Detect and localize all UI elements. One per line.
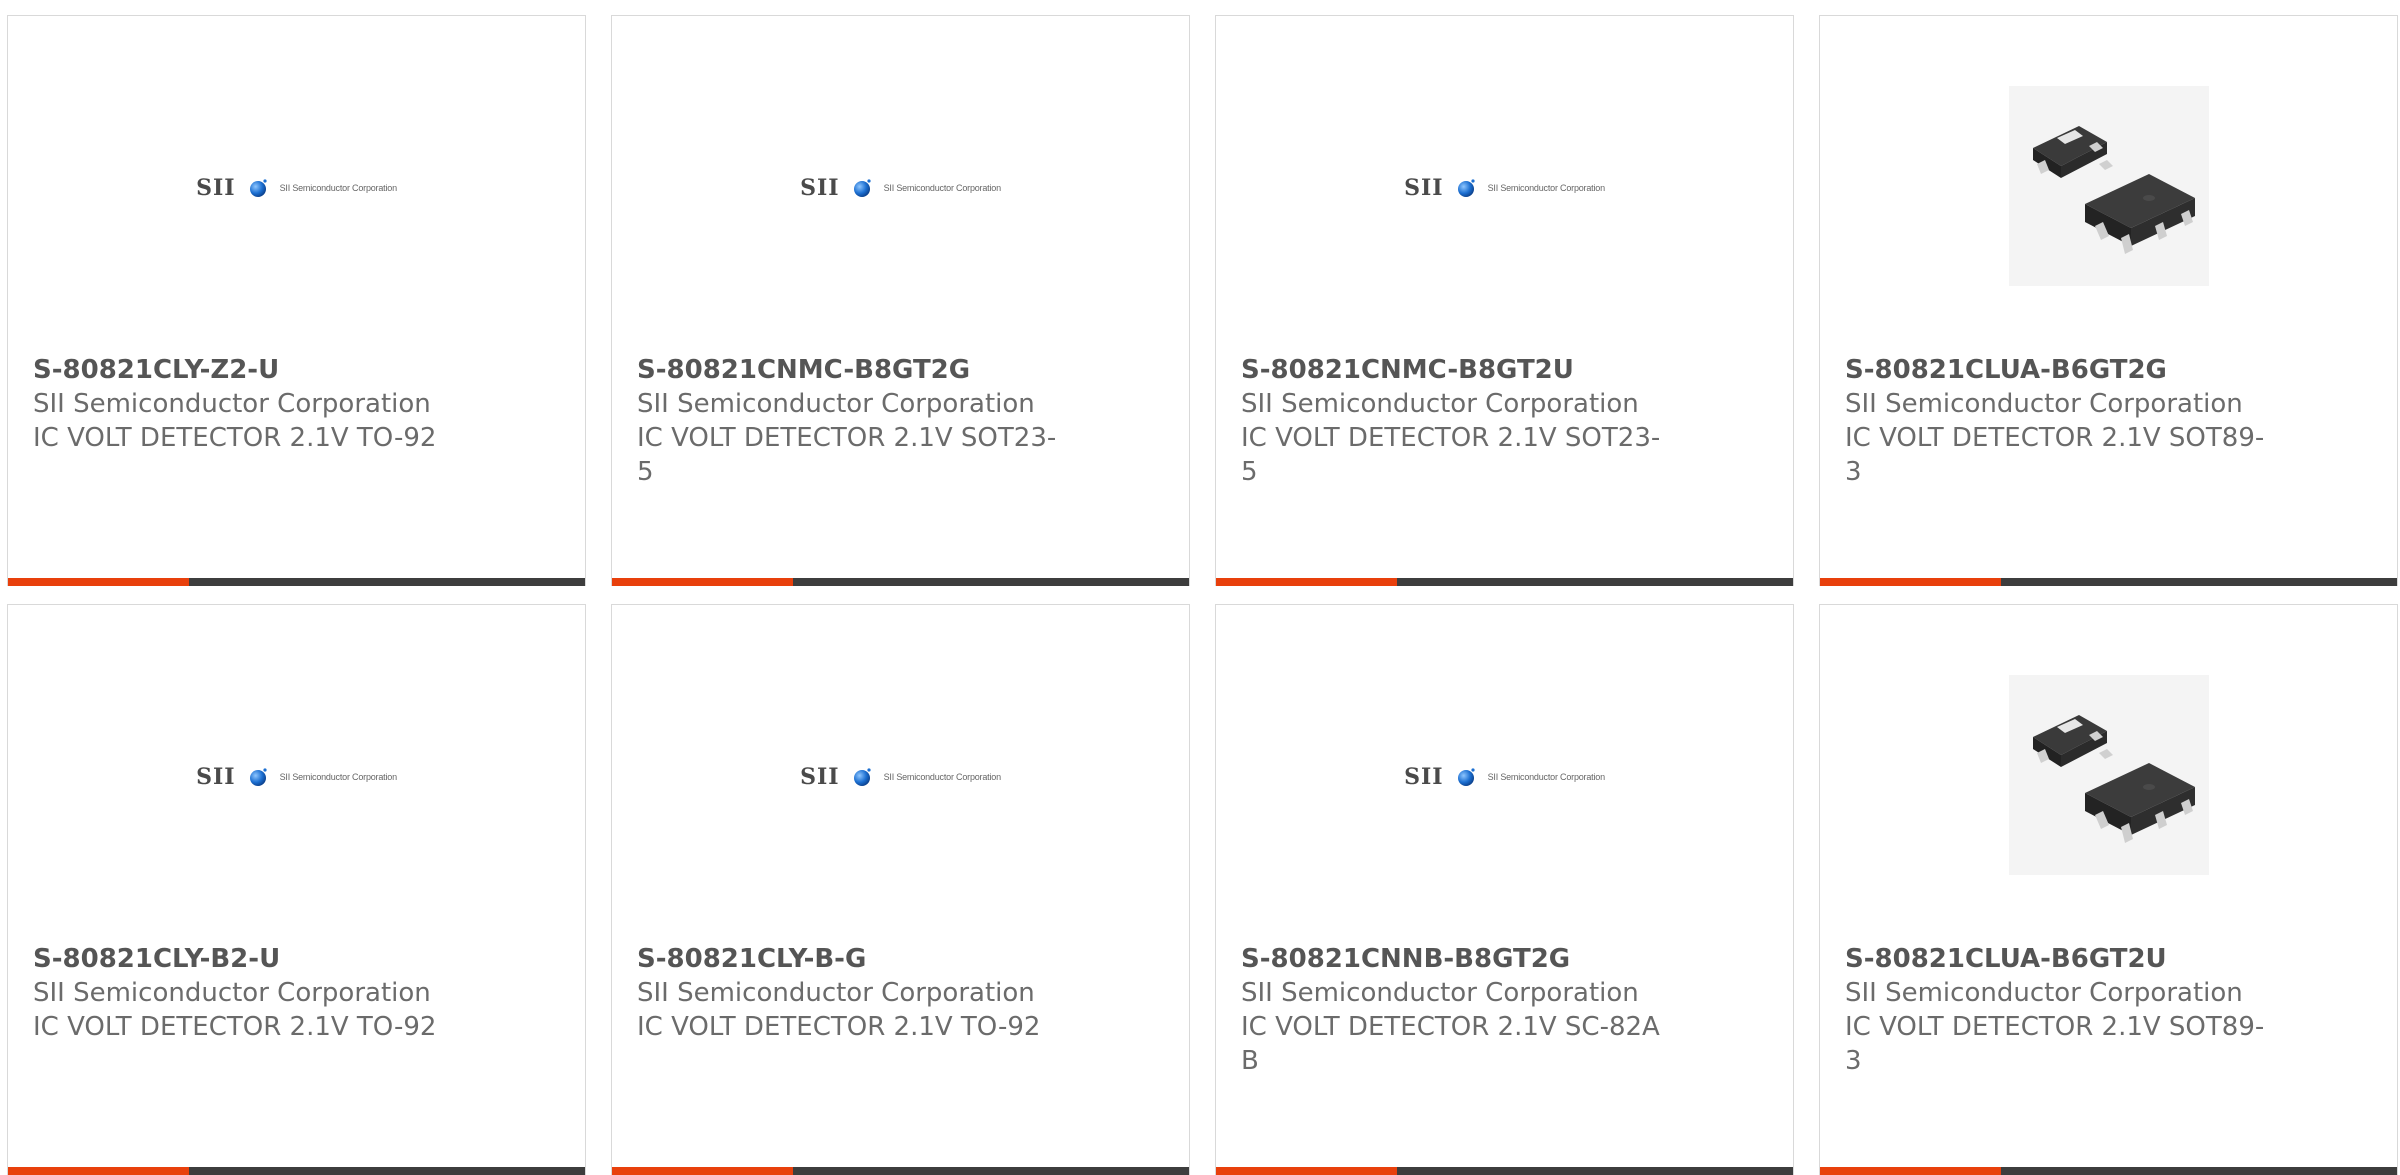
product-image: [1820, 66, 2397, 306]
card-bottom-bar: [1820, 1167, 2397, 1175]
sii-logo: SII SII Semiconductor Corporation: [1404, 175, 1605, 201]
product-card[interactable]: SII SII Semiconductor Corporation S-8082…: [611, 15, 1190, 586]
card-accent: [1820, 1167, 2001, 1175]
product-image: SII SII Semiconductor Corporation: [612, 66, 1189, 306]
product-card[interactable]: SII SII Semiconductor Corporation S-8082…: [611, 604, 1190, 1175]
card-bottom-bar: [612, 1167, 1189, 1175]
logo-tagline: SII Semiconductor Corporation: [883, 772, 1001, 782]
manufacturer: SII Semiconductor Corporation: [1845, 978, 2243, 1008]
product-info: S-80821CLY-B2-U SII Semiconductor Corpor…: [33, 942, 503, 1044]
product-image: SII SII Semiconductor Corporation: [8, 655, 585, 895]
globe-icon: [248, 767, 268, 787]
sii-logo: SII SII Semiconductor Corporation: [800, 764, 1001, 790]
manufacturer: SII Semiconductor Corporation: [637, 978, 1035, 1008]
product-image: SII SII Semiconductor Corporation: [8, 66, 585, 306]
logo-tagline: SII Semiconductor Corporation: [279, 772, 397, 782]
part-number-link[interactable]: S-80821CNMC-B8GT2U: [1241, 353, 1711, 387]
sii-logo: SII SII Semiconductor Corporation: [196, 764, 397, 790]
manufacturer: SII Semiconductor Corporation: [33, 978, 431, 1008]
logo-tagline: SII Semiconductor Corporation: [1487, 183, 1605, 193]
card-bottom-bar: [1216, 578, 1793, 586]
card-bottom-bar: [612, 578, 1189, 586]
card-accent: [1216, 578, 1397, 586]
globe-icon: [852, 767, 872, 787]
manufacturer: SII Semiconductor Corporation: [637, 389, 1035, 419]
description: IC VOLT DETECTOR 2.1V SOT89-3: [1845, 423, 2265, 487]
product-image: SII SII Semiconductor Corporation: [1216, 66, 1793, 306]
part-number-link[interactable]: S-80821CLY-B2-U: [33, 942, 503, 976]
description: IC VOLT DETECTOR 2.1V TO-92: [33, 423, 437, 453]
part-number-link[interactable]: S-80821CLY-Z2-U: [33, 353, 503, 387]
product-info: S-80821CLUA-B6GT2U SII Semiconductor Cor…: [1845, 942, 2315, 1078]
sii-logo: SII SII Semiconductor Corporation: [800, 175, 1001, 201]
product-card[interactable]: SII SII Semiconductor Corporation S-8082…: [1215, 15, 1794, 586]
description: IC VOLT DETECTOR 2.1V TO-92: [637, 1012, 1041, 1042]
product-card[interactable]: S-80821CLUA-B6GT2G SII Semiconductor Cor…: [1819, 15, 2398, 586]
manufacturer: SII Semiconductor Corporation: [1241, 978, 1639, 1008]
logo-mark: SII: [196, 175, 236, 201]
card-accent: [8, 578, 189, 586]
product-info: S-80821CLUA-B6GT2G SII Semiconductor Cor…: [1845, 353, 2315, 489]
manufacturer: SII Semiconductor Corporation: [1241, 389, 1639, 419]
product-image: [1820, 655, 2397, 895]
part-number-link[interactable]: S-80821CLUA-B6GT2U: [1845, 942, 2315, 976]
globe-icon: [248, 178, 268, 198]
product-info: S-80821CLY-Z2-U SII Semiconductor Corpor…: [33, 353, 503, 455]
logo-mark: SII: [1404, 764, 1444, 790]
card-accent: [1216, 1167, 1397, 1175]
card-bottom-bar: [1216, 1167, 1793, 1175]
description: IC VOLT DETECTOR 2.1V SC-82AB: [1241, 1012, 1660, 1076]
product-image: SII SII Semiconductor Corporation: [1216, 655, 1793, 895]
card-accent: [612, 578, 793, 586]
card-accent: [612, 1167, 793, 1175]
logo-tagline: SII Semiconductor Corporation: [279, 183, 397, 193]
part-number-link[interactable]: S-80821CNMC-B8GT2G: [637, 353, 1107, 387]
product-card[interactable]: SII SII Semiconductor Corporation S-8082…: [1215, 604, 1794, 1175]
sii-logo: SII SII Semiconductor Corporation: [196, 175, 397, 201]
description: IC VOLT DETECTOR 2.1V SOT89-3: [1845, 1012, 2265, 1076]
product-info: S-80821CNMC-B8GT2G SII Semiconductor Cor…: [637, 353, 1107, 489]
card-bottom-bar: [1820, 578, 2397, 586]
sii-logo: SII SII Semiconductor Corporation: [1404, 764, 1605, 790]
logo-mark: SII: [800, 764, 840, 790]
product-info: S-80821CNNB-B8GT2G SII Semiconductor Cor…: [1241, 942, 1711, 1078]
product-card[interactable]: SII SII Semiconductor Corporation S-8082…: [7, 604, 586, 1175]
product-info: S-80821CLY-B-G SII Semiconductor Corpora…: [637, 942, 1107, 1044]
globe-icon: [1456, 178, 1476, 198]
product-image: SII SII Semiconductor Corporation: [612, 655, 1189, 895]
product-card[interactable]: SII SII Semiconductor Corporation S-8082…: [7, 15, 586, 586]
manufacturer: SII Semiconductor Corporation: [33, 389, 431, 419]
description: IC VOLT DETECTOR 2.1V SOT23-5: [637, 423, 1057, 487]
card-bottom-bar: [8, 1167, 585, 1175]
description: IC VOLT DETECTOR 2.1V TO-92: [33, 1012, 437, 1042]
logo-tagline: SII Semiconductor Corporation: [1487, 772, 1605, 782]
part-number-link[interactable]: S-80821CLY-B-G: [637, 942, 1107, 976]
part-number-link[interactable]: S-80821CLUA-B6GT2G: [1845, 353, 2315, 387]
card-accent: [8, 1167, 189, 1175]
globe-icon: [1456, 767, 1476, 787]
product-card[interactable]: S-80821CLUA-B6GT2U SII Semiconductor Cor…: [1819, 604, 2398, 1175]
logo-mark: SII: [196, 764, 236, 790]
logo-mark: SII: [800, 175, 840, 201]
globe-icon: [852, 178, 872, 198]
logo-tagline: SII Semiconductor Corporation: [883, 183, 1001, 193]
description: IC VOLT DETECTOR 2.1V SOT23-5: [1241, 423, 1661, 487]
card-accent: [1820, 578, 2001, 586]
product-info: S-80821CNMC-B8GT2U SII Semiconductor Cor…: [1241, 353, 1711, 489]
sot89-package-image: [2008, 86, 2209, 286]
logo-mark: SII: [1404, 175, 1444, 201]
part-number-link[interactable]: S-80821CNNB-B8GT2G: [1241, 942, 1711, 976]
card-bottom-bar: [8, 578, 585, 586]
product-grid: SII SII Semiconductor Corporation S-8082…: [7, 15, 2398, 1175]
manufacturer: SII Semiconductor Corporation: [1845, 389, 2243, 419]
sot89-package-image: [2008, 675, 2209, 875]
